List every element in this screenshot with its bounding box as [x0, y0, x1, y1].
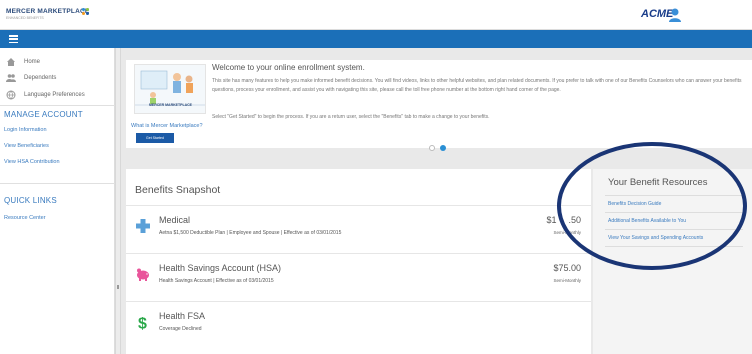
login-information-link[interactable]: Login Information: [4, 127, 47, 133]
logo-dots-icon: [82, 8, 92, 16]
benefit-details: Coverage Declined: [159, 326, 202, 332]
mercer-logo-subtitle: ENHANCED BENEFITS: [6, 16, 44, 20]
sidebar-item-label: Dependents: [24, 75, 57, 81]
nav-bar: [0, 30, 752, 48]
benefit-row-hsa[interactable]: Health Savings Account (HSA) Health Savi…: [126, 253, 591, 301]
benefits-snapshot-title: Benefits Snapshot: [135, 184, 221, 196]
welcome-title: Welcome to your online enrollment system…: [212, 63, 365, 72]
svg-text:$: $: [138, 316, 147, 331]
mercer-logo[interactable]: MERCER MARKETPLACE: [6, 8, 89, 15]
splitter-grip-icon[interactable]: [117, 285, 119, 289]
piggy-bank-icon: [137, 268, 149, 281]
globe-icon: [6, 90, 16, 100]
benefit-amount: $75.00: [553, 263, 581, 273]
carousel-dot[interactable]: [429, 145, 435, 151]
sidebar: Home Dependents Language Preferences MAN…: [0, 48, 115, 354]
sidebar-item-label: Home: [24, 59, 41, 65]
welcome-illustration: MERCER MARKETPLACE: [134, 64, 206, 114]
sidebar-item-language[interactable]: Language Preferences: [6, 89, 85, 101]
sidebar-item-home[interactable]: Home: [6, 56, 40, 68]
sidebar-divider: [0, 105, 115, 106]
benefit-title: Medical: [159, 215, 191, 225]
hamburger-menu-icon[interactable]: [9, 35, 18, 44]
dollar-icon: $: [138, 316, 147, 331]
benefit-title: Health Savings Account (HSA): [159, 263, 282, 273]
benefit-details: Health Savings Account | Effective as of…: [159, 278, 274, 284]
highlight-oval-annotation: [557, 142, 747, 270]
sidebar-item-label: Language Preferences: [24, 92, 85, 98]
welcome-carousel-panel: MERCER MARKETPLACE What is Mercer Market…: [126, 60, 752, 148]
user-profile-icon[interactable]: [668, 7, 682, 23]
view-beneficiaries-link[interactable]: View Beneficiaries: [4, 143, 49, 149]
view-hsa-contribution-link[interactable]: View HSA Contribution: [4, 159, 60, 165]
carousel-dot-active[interactable]: [440, 145, 446, 151]
sidebar-item-dependents[interactable]: Dependents: [6, 72, 56, 84]
home-icon: [7, 58, 15, 66]
sidebar-divider: [0, 183, 115, 184]
what-is-mercer-link[interactable]: What is Mercer Marketplace?: [131, 123, 203, 129]
quick-links-heading: QUICK LINKS: [4, 196, 57, 205]
benefit-row-medical[interactable]: Medical Aetna $1,500 Deductible Plan | E…: [126, 205, 591, 253]
benefit-row-health-fsa[interactable]: $ Health FSA Coverage Declined: [126, 301, 591, 349]
benefits-snapshot-panel: Benefits Snapshot Medical Aetna $1,500 D…: [126, 169, 591, 354]
resource-center-link[interactable]: Resource Center: [4, 215, 46, 221]
manage-account-heading: MANAGE ACCOUNT: [4, 110, 83, 119]
get-started-button[interactable]: Get Started: [136, 133, 174, 143]
medical-cross-icon: [136, 219, 150, 233]
benefit-details: Aetna $1,500 Deductible Plan | Employee …: [159, 230, 342, 236]
welcome-instructions: Select "Get Started" to begin the proces…: [212, 114, 490, 120]
benefit-frequency: Semi-Monthly: [553, 278, 581, 283]
illustration-caption: MERCER MARKETPLACE: [149, 103, 192, 107]
benefit-title: Health FSA: [159, 311, 206, 321]
top-header: MERCER MARKETPLACE ENHANCED BENEFITS ACM…: [0, 0, 752, 30]
welcome-body: This site has many features to help you …: [212, 78, 742, 93]
users-icon: [6, 74, 16, 82]
